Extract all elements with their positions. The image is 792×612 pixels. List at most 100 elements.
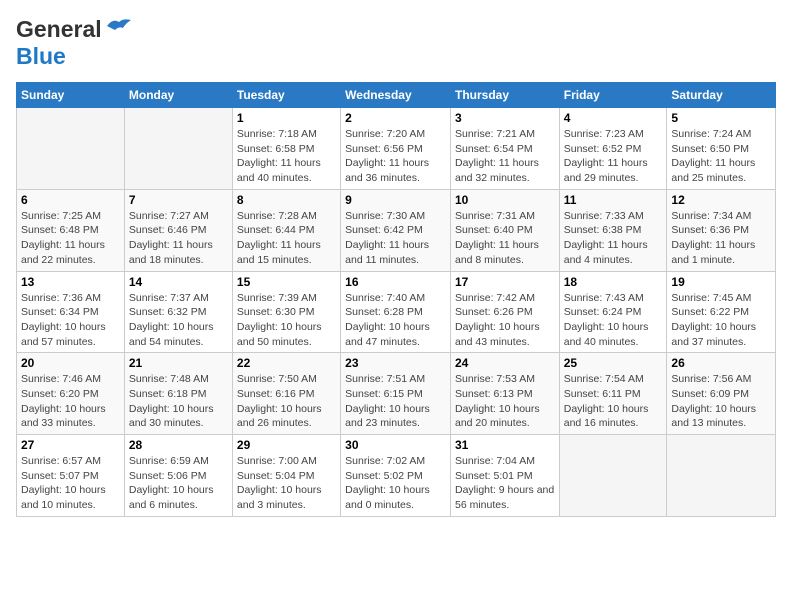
calendar-week-row: 13Sunrise: 7:36 AM Sunset: 6:34 PM Dayli… <box>17 271 776 353</box>
calendar-table: SundayMondayTuesdayWednesdayThursdayFrid… <box>16 82 776 517</box>
weekday-header: Tuesday <box>232 83 340 108</box>
day-info: Sunrise: 7:39 AM Sunset: 6:30 PM Dayligh… <box>237 291 336 350</box>
day-info: Sunrise: 7:51 AM Sunset: 6:15 PM Dayligh… <box>345 372 446 431</box>
calendar-cell: 3Sunrise: 7:21 AM Sunset: 6:54 PM Daylig… <box>450 108 559 190</box>
day-number: 14 <box>129 275 228 289</box>
day-info: Sunrise: 6:59 AM Sunset: 5:06 PM Dayligh… <box>129 454 228 513</box>
weekday-header: Thursday <box>450 83 559 108</box>
calendar-cell: 18 Sunrise: 7:43 AM Sunset: 6:24 PM Dayli… <box>559 271 667 353</box>
logo-general: General <box>16 16 102 43</box>
calendar-cell: 16Sunrise: 7:40 AM Sunset: 6:28 PM Dayli… <box>341 271 451 353</box>
day-info: Sunrise: 7:50 AM Sunset: 6:16 PM Dayligh… <box>237 372 336 431</box>
calendar-cell <box>559 435 667 517</box>
day-info: Sunrise: 7:31 AM Sunset: 6:40 PM Dayligh… <box>455 209 555 268</box>
weekday-header: Wednesday <box>341 83 451 108</box>
calendar-cell: 13Sunrise: 7:36 AM Sunset: 6:34 PM Dayli… <box>17 271 125 353</box>
day-info: Sunrise: 7:43 AM Sunset: 6:24 PM Dayligh… <box>564 291 663 350</box>
day-number: 30 <box>345 438 446 452</box>
calendar-cell <box>667 435 776 517</box>
day-info: Sunrise: 7:37 AM Sunset: 6:32 PM Dayligh… <box>129 291 228 350</box>
day-number: 8 <box>237 193 336 207</box>
day-number: 27 <box>21 438 120 452</box>
weekday-header: Friday <box>559 83 667 108</box>
day-info: Sunrise: 7:00 AM Sunset: 5:04 PM Dayligh… <box>237 454 336 513</box>
day-info: Sunrise: 7:34 AM Sunset: 6:36 PM Dayligh… <box>671 209 771 268</box>
calendar-week-row: 1 Sunrise: 7:18 AM Sunset: 6:58 PM Daylig… <box>17 108 776 190</box>
day-info: Sunrise: 7:33 AM Sunset: 6:38 PM Dayligh… <box>564 209 663 268</box>
weekday-header: Sunday <box>17 83 125 108</box>
day-info: Sunrise: 7:21 AM Sunset: 6:54 PM Dayligh… <box>455 127 555 186</box>
calendar-cell: 4Sunrise: 7:23 AM Sunset: 6:52 PM Daylig… <box>559 108 667 190</box>
day-number: 31 <box>455 438 555 452</box>
calendar-cell: 26Sunrise: 7:56 AM Sunset: 6:09 PM Dayli… <box>667 353 776 435</box>
logo-bird-icon <box>105 16 133 36</box>
calendar-cell: 17 Sunrise: 7:42 AM Sunset: 6:26 PM Dayli… <box>450 271 559 353</box>
calendar-cell: 23 Sunrise: 7:51 AM Sunset: 6:15 PM Dayli… <box>341 353 451 435</box>
calendar-cell: 25 Sunrise: 7:54 AM Sunset: 6:11 PM Dayli… <box>559 353 667 435</box>
day-info: Sunrise: 7:04 AM Sunset: 5:01 PM Dayligh… <box>455 454 555 513</box>
day-info: Sunrise: 7:48 AM Sunset: 6:18 PM Dayligh… <box>129 372 228 431</box>
day-number: 4 <box>564 111 663 125</box>
day-number: 10 <box>455 193 555 207</box>
weekday-header: Monday <box>124 83 232 108</box>
day-number: 22 <box>237 356 336 370</box>
day-number: 18 <box>564 275 663 289</box>
logo: General Blue <box>16 16 133 70</box>
calendar-cell: 30 Sunrise: 7:02 AM Sunset: 5:02 PM Dayli… <box>341 435 451 517</box>
day-info: Sunrise: 7:24 AM Sunset: 6:50 PM Dayligh… <box>671 127 771 186</box>
day-info: Sunrise: 7:53 AM Sunset: 6:13 PM Dayligh… <box>455 372 555 431</box>
calendar-week-row: 27 Sunrise: 6:57 AM Sunset: 5:07 PM Dayli… <box>17 435 776 517</box>
day-info: Sunrise: 7:20 AM Sunset: 6:56 PM Dayligh… <box>345 127 446 186</box>
day-number: 9 <box>345 193 446 207</box>
calendar-cell: 9 Sunrise: 7:30 AM Sunset: 6:42 PM Daylig… <box>341 189 451 271</box>
day-number: 24 <box>455 356 555 370</box>
calendar-cell: 14 Sunrise: 7:37 AM Sunset: 6:32 PM Dayli… <box>124 271 232 353</box>
day-number: 2 <box>345 111 446 125</box>
calendar-cell: 21 Sunrise: 7:48 AM Sunset: 6:18 PM Dayli… <box>124 353 232 435</box>
calendar-cell: 19 Sunrise: 7:45 AM Sunset: 6:22 PM Dayli… <box>667 271 776 353</box>
calendar-cell <box>17 108 125 190</box>
calendar-cell: 29 Sunrise: 7:00 AM Sunset: 5:04 PM Dayli… <box>232 435 340 517</box>
day-info: Sunrise: 6:57 AM Sunset: 5:07 PM Dayligh… <box>21 454 120 513</box>
calendar-cell: 7 Sunrise: 7:27 AM Sunset: 6:46 PM Daylig… <box>124 189 232 271</box>
day-number: 23 <box>345 356 446 370</box>
calendar-cell: 8 Sunrise: 7:28 AM Sunset: 6:44 PM Daylig… <box>232 189 340 271</box>
day-number: 15 <box>237 275 336 289</box>
day-info: Sunrise: 7:27 AM Sunset: 6:46 PM Dayligh… <box>129 209 228 268</box>
day-info: Sunrise: 7:02 AM Sunset: 5:02 PM Dayligh… <box>345 454 446 513</box>
day-info: Sunrise: 7:45 AM Sunset: 6:22 PM Dayligh… <box>671 291 771 350</box>
calendar-cell: 2 Sunrise: 7:20 AM Sunset: 6:56 PM Daylig… <box>341 108 451 190</box>
calendar-cell: 22 Sunrise: 7:50 AM Sunset: 6:16 PM Dayli… <box>232 353 340 435</box>
day-number: 28 <box>129 438 228 452</box>
day-number: 6 <box>21 193 120 207</box>
day-number: 1 <box>237 111 336 125</box>
day-number: 25 <box>564 356 663 370</box>
calendar-cell: 28 Sunrise: 6:59 AM Sunset: 5:06 PM Dayli… <box>124 435 232 517</box>
calendar-week-row: 6 Sunrise: 7:25 AM Sunset: 6:48 PM Daylig… <box>17 189 776 271</box>
calendar-cell: 31 Sunrise: 7:04 AM Sunset: 5:01 PM Dayli… <box>450 435 559 517</box>
day-number: 29 <box>237 438 336 452</box>
calendar-body: 1 Sunrise: 7:18 AM Sunset: 6:58 PM Daylig… <box>17 108 776 517</box>
day-info: Sunrise: 7:30 AM Sunset: 6:42 PM Dayligh… <box>345 209 446 268</box>
day-number: 12 <box>671 193 771 207</box>
calendar-cell: 24 Sunrise: 7:53 AM Sunset: 6:13 PM Dayli… <box>450 353 559 435</box>
weekday-header: Saturday <box>667 83 776 108</box>
calendar-cell: 11Sunrise: 7:33 AM Sunset: 6:38 PM Dayli… <box>559 189 667 271</box>
day-info: Sunrise: 7:46 AM Sunset: 6:20 PM Dayligh… <box>21 372 120 431</box>
day-number: 7 <box>129 193 228 207</box>
day-number: 13 <box>21 275 120 289</box>
day-number: 17 <box>455 275 555 289</box>
calendar-header-row: SundayMondayTuesdayWednesdayThursdayFrid… <box>17 83 776 108</box>
day-number: 21 <box>129 356 228 370</box>
calendar-cell: 1 Sunrise: 7:18 AM Sunset: 6:58 PM Daylig… <box>232 108 340 190</box>
calendar-cell <box>124 108 232 190</box>
day-info: Sunrise: 7:42 AM Sunset: 6:26 PM Dayligh… <box>455 291 555 350</box>
day-info: Sunrise: 7:18 AM Sunset: 6:58 PM Dayligh… <box>237 127 336 186</box>
day-number: 19 <box>671 275 771 289</box>
day-number: 5 <box>671 111 771 125</box>
day-info: Sunrise: 7:28 AM Sunset: 6:44 PM Dayligh… <box>237 209 336 268</box>
day-info: Sunrise: 7:25 AM Sunset: 6:48 PM Dayligh… <box>21 209 120 268</box>
day-number: 26 <box>671 356 771 370</box>
day-info: Sunrise: 7:54 AM Sunset: 6:11 PM Dayligh… <box>564 372 663 431</box>
calendar-cell: 6 Sunrise: 7:25 AM Sunset: 6:48 PM Daylig… <box>17 189 125 271</box>
